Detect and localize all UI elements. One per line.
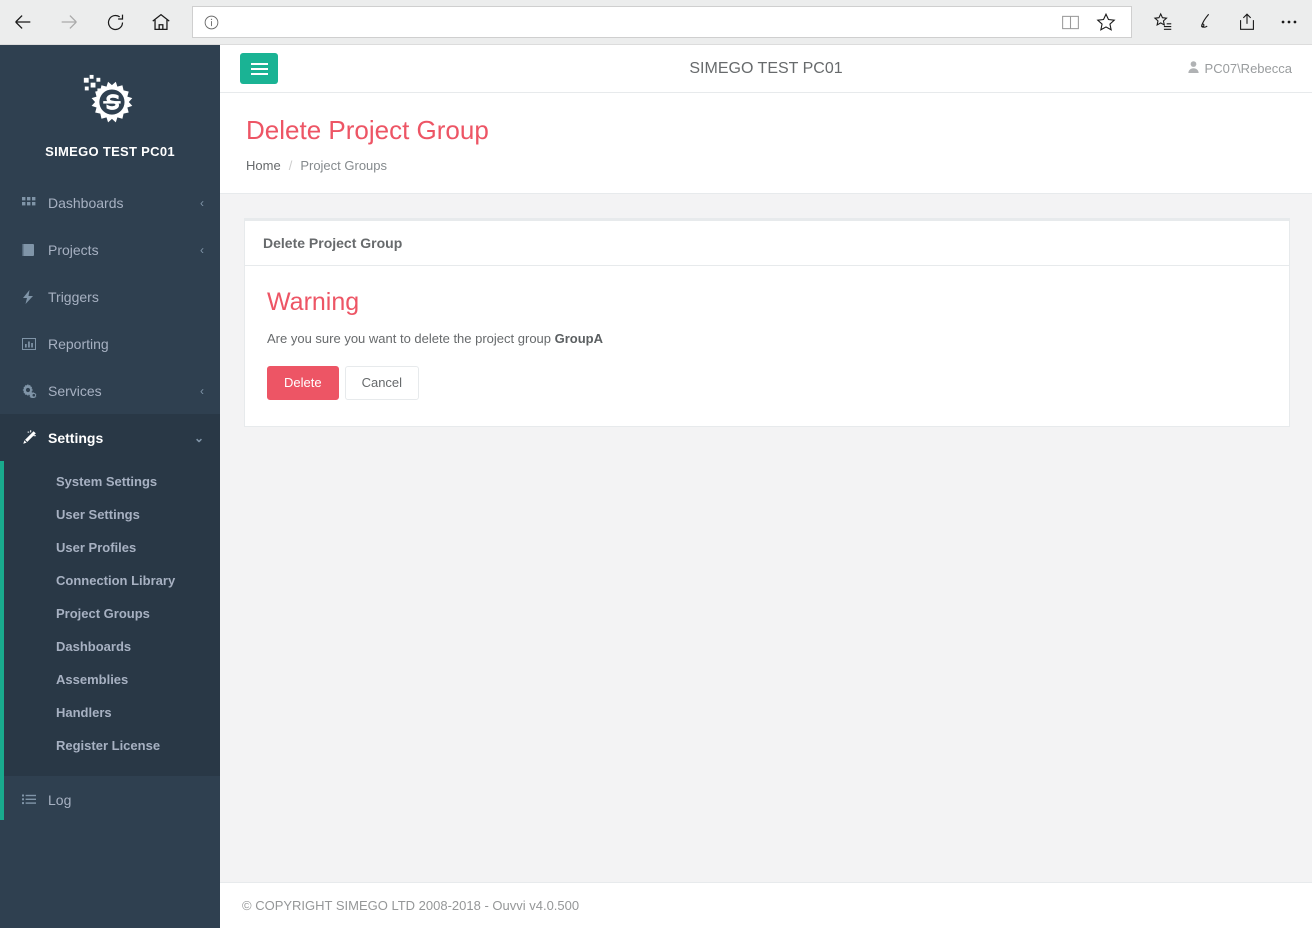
topbar: SIMEGO TEST PC01 PC07\Rebecca: [220, 45, 1312, 93]
sidebar-lower-background: [0, 820, 220, 928]
breadcrumb-home[interactable]: Home: [246, 158, 281, 173]
app-shell: SIMEGO TEST PC01 Dashboards ‹ Projects ‹: [0, 45, 1312, 928]
breadcrumb-separator: /: [288, 158, 293, 174]
panel-title: Delete Project Group: [245, 221, 1289, 267]
menu-toggle-button[interactable]: [240, 53, 278, 84]
footer: © COPYRIGHT SIMEGO LTD 2008-2018 - Ouvvi…: [220, 882, 1312, 928]
grid-icon: [22, 196, 44, 210]
page-body: Delete Project Group Warning Are you sur…: [220, 194, 1312, 428]
user-name: PC07\Rebecca: [1204, 61, 1292, 76]
sidebar-subitem-dashboards[interactable]: Dashboards: [0, 630, 220, 663]
settings-submenu: System Settings User Settings User Profi…: [0, 461, 220, 776]
favorites-list-icon[interactable]: [1146, 5, 1180, 39]
address-bar[interactable]: [192, 6, 1132, 38]
browser-chrome: [0, 0, 1312, 45]
share-icon[interactable]: [1230, 5, 1264, 39]
address-input[interactable]: [229, 14, 1047, 30]
project-group-name: GroupA: [554, 331, 604, 347]
delete-button[interactable]: Delete: [267, 366, 339, 401]
action-buttons: Delete Cancel: [267, 366, 1269, 401]
pen-icon[interactable]: [1188, 5, 1222, 39]
sidebar-item-projects[interactable]: Projects ‹: [0, 226, 220, 273]
chevron-left-icon: ‹: [200, 242, 204, 257]
user-icon: [1187, 61, 1199, 76]
brand[interactable]: SIMEGO TEST PC01: [0, 45, 220, 179]
list-icon: [22, 794, 44, 806]
hamburger-icon: [250, 60, 268, 78]
bolt-icon: [22, 289, 44, 304]
delete-project-group-panel: Delete Project Group Warning Are you sur…: [244, 218, 1290, 428]
sidebar-item-label: Reporting: [48, 335, 109, 352]
info-icon: [201, 12, 221, 32]
warning-message: Are you sure you want to delete the proj…: [267, 331, 1269, 346]
copyright-text: © COPYRIGHT SIMEGO LTD 2008-2018 - Ouvvi…: [242, 898, 580, 913]
sidebar-subitem-system-settings[interactable]: System Settings: [0, 465, 220, 498]
refresh-icon[interactable]: [92, 0, 138, 44]
gears-icon: [22, 383, 44, 398]
sidebar-item-log[interactable]: Log: [0, 776, 220, 823]
sidebar-subitem-connection-library[interactable]: Connection Library: [0, 564, 220, 597]
back-icon[interactable]: [0, 0, 46, 44]
cancel-button[interactable]: Cancel: [344, 366, 420, 401]
reading-view-icon[interactable]: [1053, 5, 1087, 39]
panel-body: Warning Are you sure you want to delete …: [245, 266, 1289, 426]
brand-name: SIMEGO TEST PC01: [45, 144, 175, 159]
chevron-left-icon: ‹: [200, 383, 204, 398]
sidebar-item-triggers[interactable]: Triggers: [0, 273, 220, 320]
forward-icon[interactable]: [46, 0, 92, 44]
book-icon: [22, 243, 44, 257]
warning-message-prefix: Are you sure you want to delete the proj…: [267, 331, 555, 347]
bar-chart-icon: [22, 337, 44, 351]
sidebar-item-label: Services: [48, 382, 102, 399]
chevron-left-icon: ‹: [200, 195, 204, 210]
sidebar-item-label: Settings: [48, 429, 104, 446]
current-user[interactable]: PC07\Rebecca: [1187, 61, 1292, 76]
topbar-title: SIMEGO TEST PC01: [689, 59, 843, 77]
sidebar-item-label: Log: [48, 791, 72, 808]
active-section-marker: [0, 429, 4, 820]
sidebar-item-label: Projects: [48, 241, 99, 258]
page-title: Delete Project Group: [246, 115, 489, 145]
sidebar-item-reporting[interactable]: Reporting: [0, 320, 220, 367]
sidebar-item-settings[interactable]: Settings ⌄: [0, 414, 220, 461]
sidebar-item-services[interactable]: Services ‹: [0, 367, 220, 414]
star-icon[interactable]: [1089, 5, 1123, 39]
breadcrumb: Home / Project Groups: [246, 158, 1312, 173]
home-icon[interactable]: [138, 0, 184, 44]
sidebar-item-label: Triggers: [48, 288, 99, 305]
warning-heading: Warning: [267, 288, 360, 317]
main-content: SIMEGO TEST PC01 PC07\Rebecca Delete Pro…: [220, 45, 1312, 928]
simego-gear-logo: [83, 74, 133, 123]
sidebar-subitem-assemblies[interactable]: Assemblies: [0, 663, 220, 696]
breadcrumb-current: Project Groups: [300, 158, 388, 174]
magic-wand-icon: [22, 430, 44, 445]
more-icon[interactable]: [1272, 5, 1306, 39]
sidebar: SIMEGO TEST PC01 Dashboards ‹ Projects ‹: [0, 45, 220, 928]
page-header: Delete Project Group Home / Project Grou…: [220, 93, 1312, 195]
sidebar-subitem-project-groups[interactable]: Project Groups: [0, 597, 220, 630]
sidebar-subitem-user-profiles[interactable]: User Profiles: [0, 531, 220, 564]
chevron-down-icon: ⌄: [193, 430, 204, 445]
sidebar-subitem-user-settings[interactable]: User Settings: [0, 498, 220, 531]
sidebar-item-dashboards[interactable]: Dashboards ‹: [0, 179, 220, 226]
sidebar-subitem-register-license[interactable]: Register License: [0, 729, 220, 762]
sidebar-item-label: Dashboards: [48, 194, 124, 211]
sidebar-subitem-handlers[interactable]: Handlers: [0, 696, 220, 729]
